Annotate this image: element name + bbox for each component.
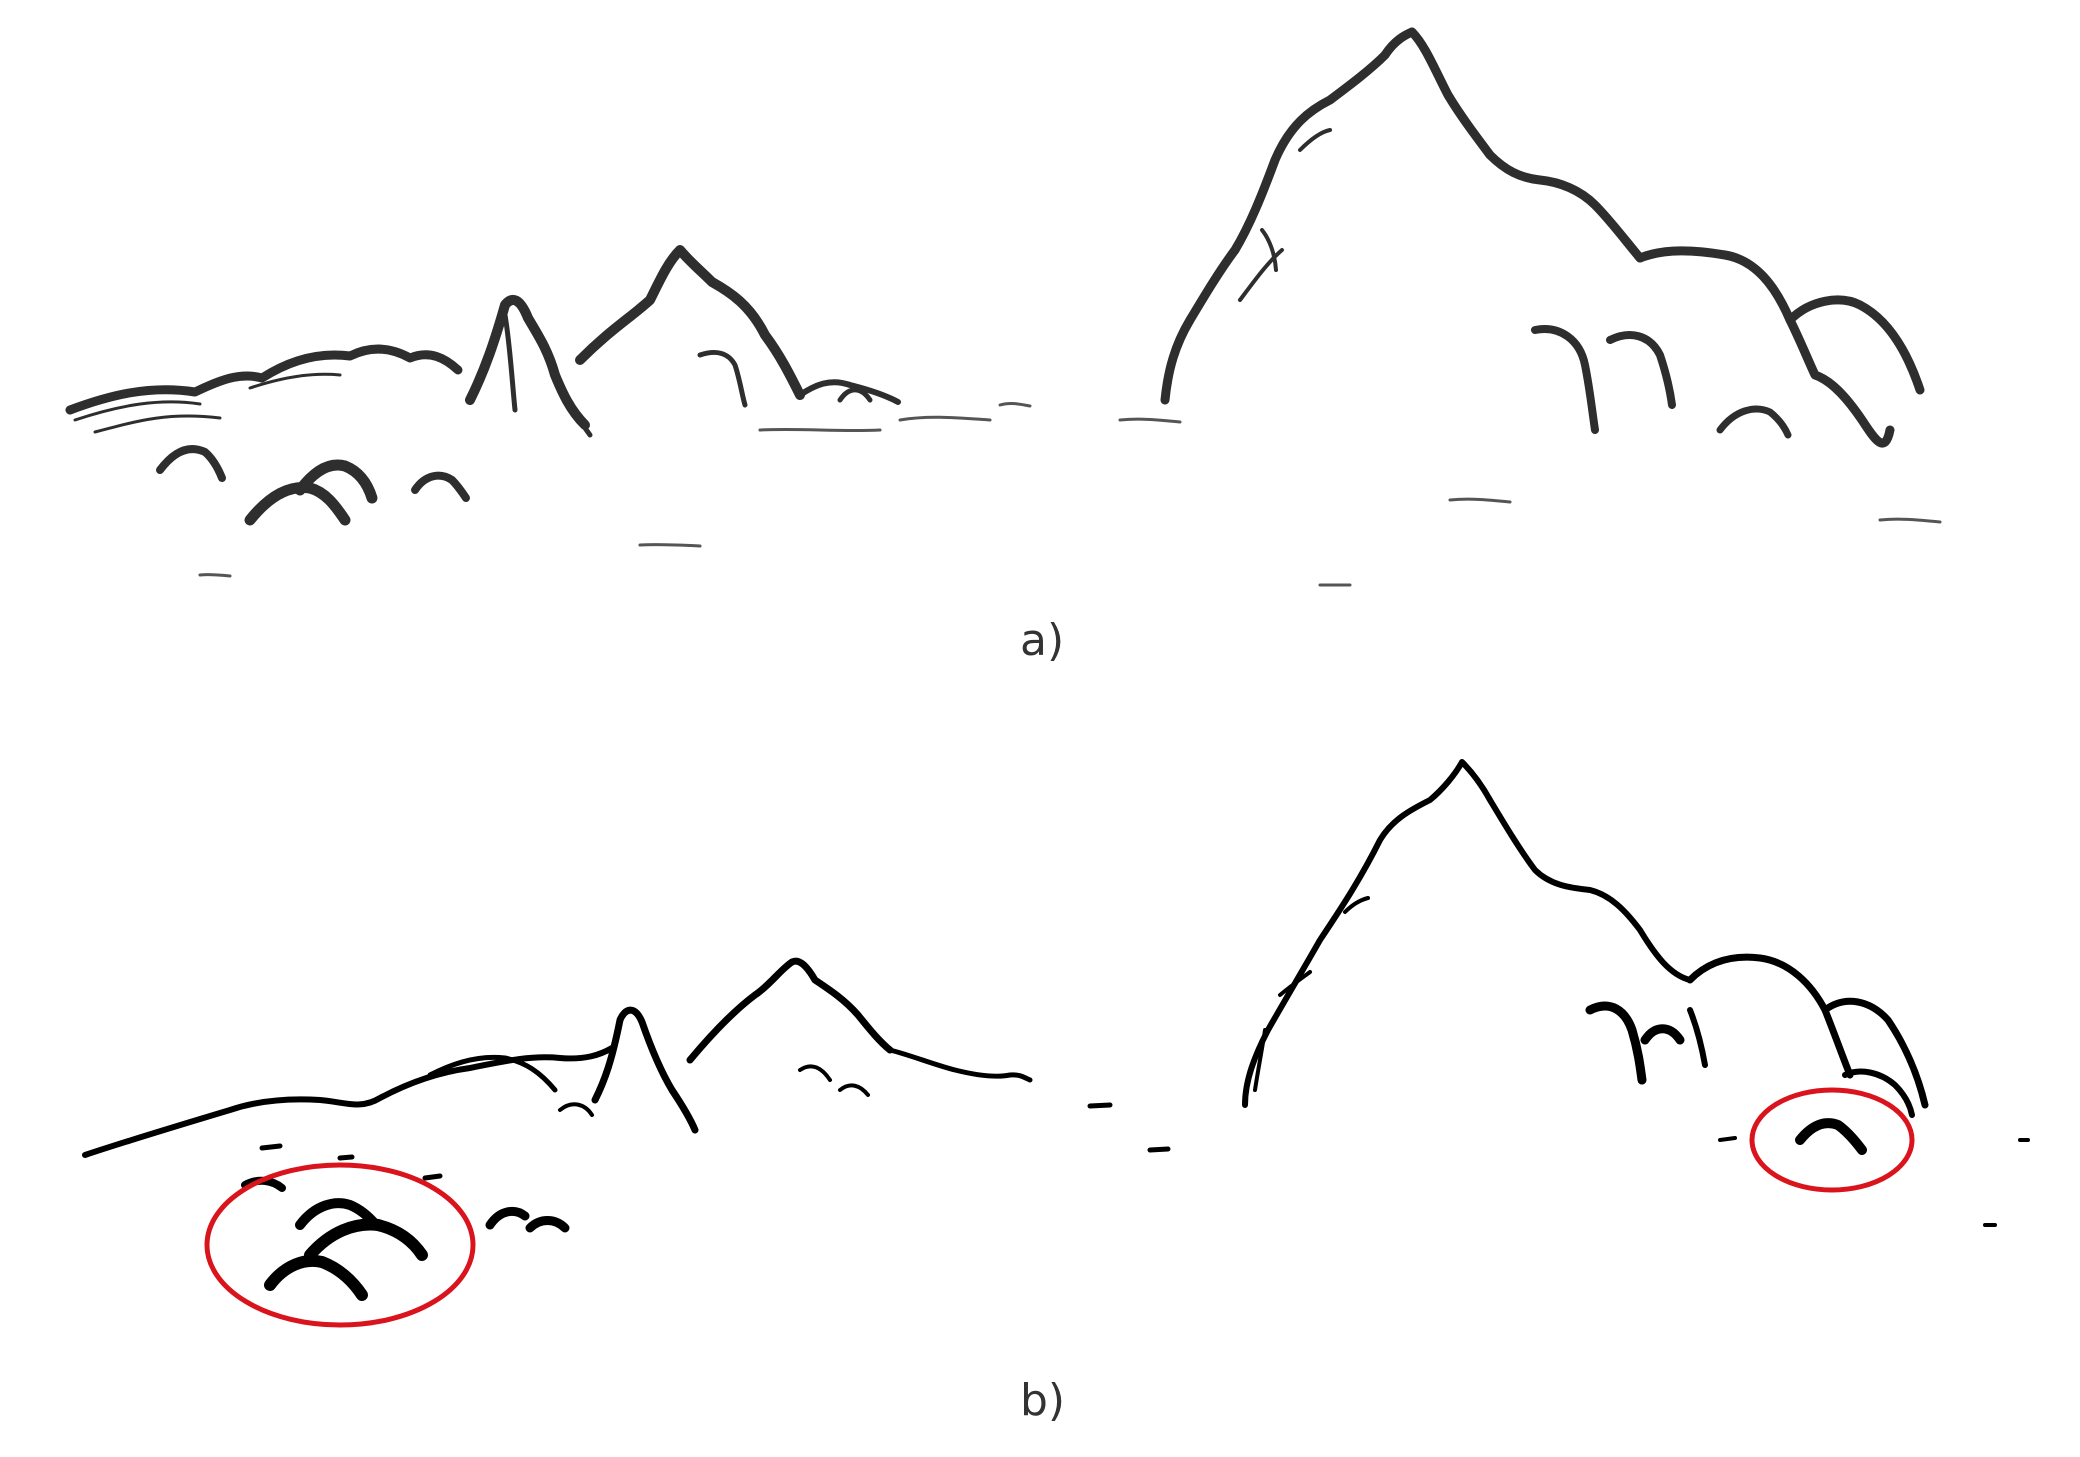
highlight-ellipse-right (1749, 1087, 1915, 1193)
panel-b-right-mountain-hatch (1253, 896, 1370, 1092)
caption-a: a) (1020, 615, 1065, 666)
panel-a-right-mountain-left-flank (1160, 27, 1417, 405)
panel-b-right-dome-4 (1585, 1001, 1685, 1085)
panel-a-illustration (65, 27, 1942, 587)
panel-a-left-peak-inner (502, 312, 593, 438)
panel-b-illustration (82, 759, 2030, 1301)
panel-a-right-dome-2 (1785, 295, 1925, 395)
panel-a-central-peak (575, 245, 805, 400)
panel-a-right-dome-3 (1531, 325, 1599, 434)
panel-b-right-mountain (1242, 759, 1693, 1108)
panel-b-left-ridge (82, 1045, 615, 1158)
highlight-ellipse-left (204, 1162, 476, 1328)
panel-b-ink-hill-right (1795, 1118, 1867, 1155)
panel-b-ink-hill-1 (264, 1255, 368, 1301)
panel-b-ink-hill-5 (485, 1206, 570, 1233)
panel-b-right-dome-5 (1687, 1007, 1708, 1068)
panel-b-right-dome-1 (1686, 953, 1854, 1079)
panel-b-central-peak (686, 957, 894, 1064)
panel-a-hill-4 (411, 471, 470, 502)
panel-a-left-ridge (65, 344, 463, 415)
panel-b-ink-hill-2 (304, 1218, 428, 1261)
panel-a-right-dome-4 (1606, 331, 1676, 409)
panel-b-central-right-ridge (887, 1047, 1033, 1083)
panel-a-right-dome-1 (1635, 246, 1895, 448)
panel-a-hill-3 (156, 445, 226, 482)
panel-a-left-peak (465, 294, 590, 430)
caption-b: b) (1020, 1375, 1066, 1426)
panel-a-right-mountain-right-flank (1407, 27, 1645, 263)
panel-b-ink-dots (259, 1102, 1171, 1181)
figure-canvas (65, 27, 2030, 1328)
panel-a-right-dome-5 (1716, 405, 1792, 439)
panel-b-left-peak (591, 1006, 699, 1134)
